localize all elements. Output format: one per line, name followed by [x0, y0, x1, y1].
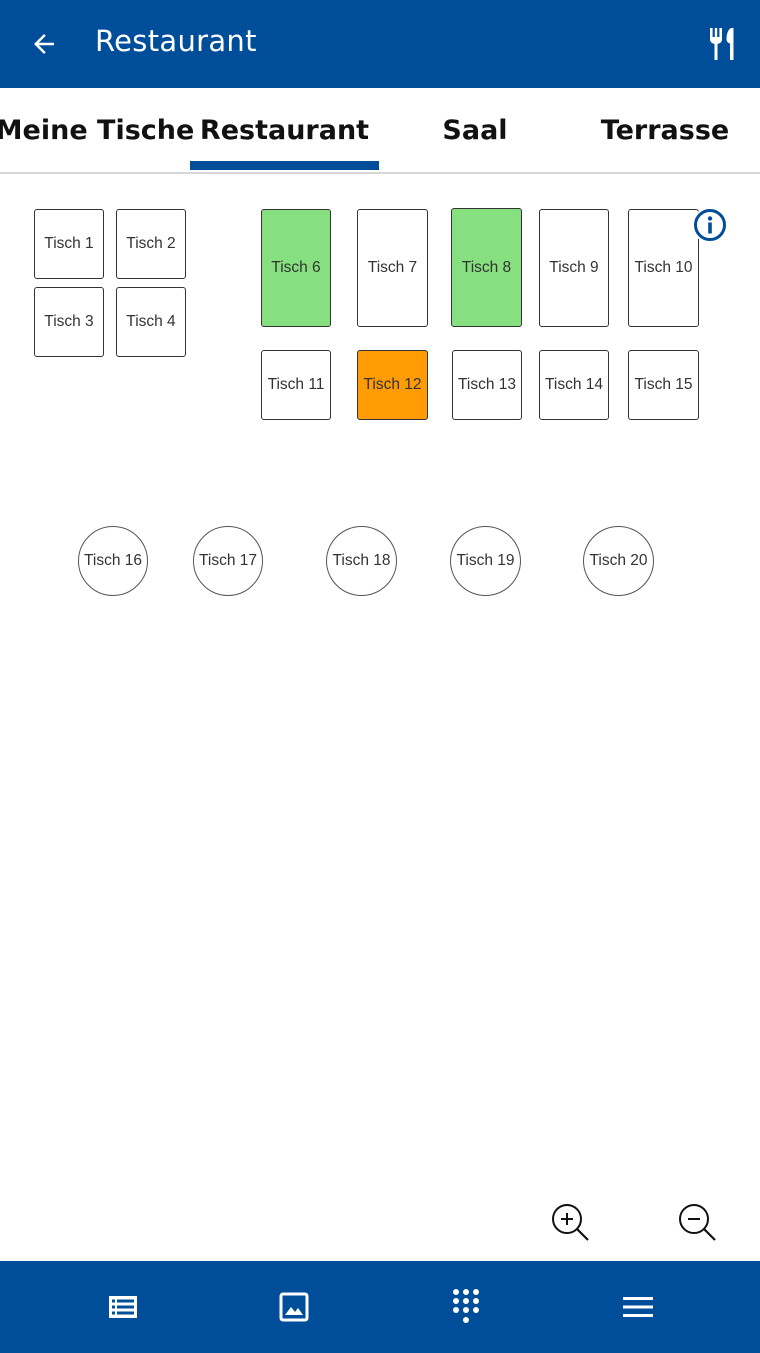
table-3[interactable]: Tisch 3 [34, 287, 104, 357]
table-10[interactable]: Tisch 10 [628, 209, 699, 327]
table-1[interactable]: Tisch 1 [34, 209, 104, 279]
nav-dialpad-button[interactable] [442, 1283, 490, 1331]
tab-terrasse[interactable]: Terrasse [570, 88, 760, 172]
table-9[interactable]: Tisch 9 [539, 209, 609, 327]
zoom-out-button[interactable] [675, 1200, 719, 1244]
nav-menu-button[interactable] [614, 1283, 662, 1331]
tab-restaurant[interactable]: Restaurant [190, 88, 379, 172]
image-icon [279, 1292, 309, 1322]
info-icon [694, 209, 726, 241]
table-12[interactable]: Tisch 12 [357, 350, 428, 420]
table-18[interactable]: Tisch 18 [326, 526, 397, 596]
menu-icon [623, 1297, 653, 1317]
table-13[interactable]: Tisch 13 [452, 350, 522, 420]
active-tab-indicator [190, 161, 379, 170]
zoom-out-icon [679, 1204, 716, 1241]
list-icon [109, 1296, 137, 1318]
table-15[interactable]: Tisch 15 [628, 350, 699, 420]
table-2[interactable]: Tisch 2 [116, 209, 186, 279]
table-11[interactable]: Tisch 11 [261, 350, 331, 420]
cutlery-button[interactable] [700, 20, 748, 68]
back-button[interactable] [22, 22, 66, 66]
table-17[interactable]: Tisch 17 [193, 526, 263, 596]
nav-list-button[interactable] [99, 1283, 147, 1331]
table-14[interactable]: Tisch 14 [539, 350, 609, 420]
table-19[interactable]: Tisch 19 [450, 526, 521, 596]
floor-plan: Tisch 1 Tisch 2 Tisch 3 Tisch 4 Tisch 6 … [0, 176, 760, 1261]
tab-bar: Meine Tische Restaurant Saal Terrasse [0, 88, 760, 174]
page-title: Restaurant [95, 24, 257, 58]
table-16[interactable]: Tisch 16 [78, 526, 148, 596]
cutlery-icon [710, 28, 734, 60]
table-4[interactable]: Tisch 4 [116, 287, 186, 357]
nav-floorplan-button[interactable] [270, 1283, 318, 1331]
tab-meine-tische[interactable]: Meine Tische [0, 88, 194, 172]
zoom-in-button[interactable] [548, 1200, 592, 1244]
arrow-left-icon [34, 34, 54, 54]
table-8[interactable]: Tisch 8 [451, 208, 522, 327]
table-7[interactable]: Tisch 7 [357, 209, 428, 327]
tab-saal[interactable]: Saal [380, 88, 570, 172]
info-button[interactable] [692, 207, 728, 243]
table-20[interactable]: Tisch 20 [583, 526, 654, 596]
zoom-in-icon [552, 1204, 589, 1241]
bottom-navigation [0, 1261, 760, 1353]
dialpad-icon [453, 1289, 479, 1323]
table-6[interactable]: Tisch 6 [261, 209, 331, 327]
app-bar: Restaurant [0, 0, 760, 88]
